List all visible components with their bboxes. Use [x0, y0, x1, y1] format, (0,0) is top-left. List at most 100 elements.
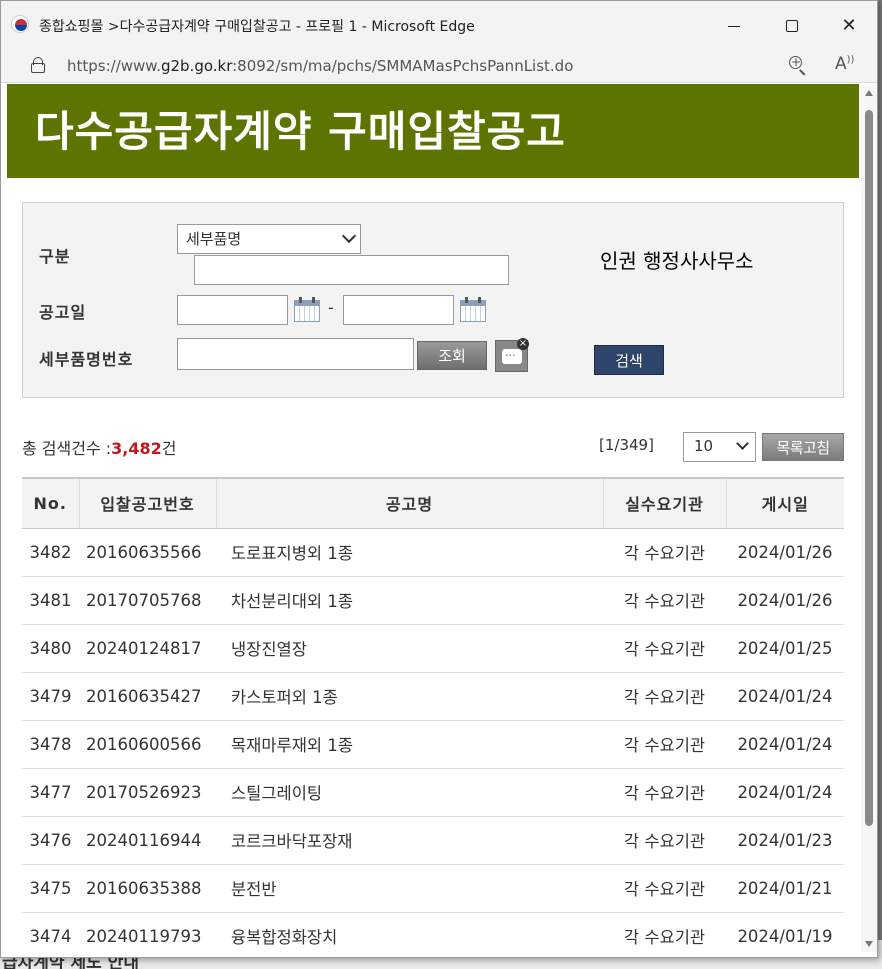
- table-row[interactable]: 3474 20240119793 융복합정화장치 각 수요기관 2024/01/19: [22, 912, 844, 957]
- row-name-link[interactable]: 도로표지병외 1종: [216, 528, 603, 577]
- row-agency: 각 수요기관: [603, 864, 726, 913]
- row-agency: 각 수요기관: [603, 672, 726, 721]
- row-name-link[interactable]: 냉장진열장: [216, 624, 603, 673]
- category-label: 구분: [39, 247, 71, 266]
- row-name-link[interactable]: 분전반: [216, 864, 603, 913]
- row-date: 2024/01/19: [726, 912, 844, 957]
- header-agency: 실수요기관: [602, 477, 726, 529]
- row-no: 3475: [22, 864, 79, 913]
- minimize-button[interactable]: [719, 11, 749, 41]
- notice-date-label: 공고일: [39, 303, 87, 322]
- table-header-row: No. 입찰공고번호 공고명 실수요기관 게시일: [22, 477, 844, 529]
- table-row[interactable]: 3476 20240116944 코르크바닥포장재 각 수요기관 2024/01/23: [22, 816, 844, 865]
- row-bid-no: 20240116944: [79, 816, 216, 865]
- row-no: 3476: [22, 816, 79, 865]
- page-size-select[interactable]: 10: [683, 432, 756, 462]
- row-name-link[interactable]: 스틸그레이팅: [216, 768, 603, 817]
- row-bid-no: 20160600566: [79, 720, 216, 769]
- row-no: 3478: [22, 720, 79, 769]
- browser-popup-window: 종합쇼핑몰 >다수공급자계약 구매입찰공고 - 프로필 1 - Microsof…: [0, 0, 878, 958]
- maximize-button[interactable]: [777, 11, 807, 41]
- zoom-in-icon[interactable]: +: [787, 54, 809, 76]
- results-table: No. 입찰공고번호 공고명 실수요기관 게시일 3482 20160635566…: [22, 477, 844, 957]
- row-no: 3479: [22, 672, 79, 721]
- total-count: 3,482: [111, 439, 162, 458]
- scroll-down-icon[interactable]: [865, 941, 873, 947]
- total-results: 총 검색건수 :3,482건: [22, 439, 177, 458]
- calendar-icon[interactable]: [293, 297, 321, 323]
- row-agency: 각 수요기관: [603, 528, 726, 577]
- header-date: 게시일: [725, 477, 844, 529]
- search-panel: 구분 세부품명 인권 행정사사무소 공고일 - 세부품명번호 조회 ···×: [22, 202, 844, 398]
- row-bid-no: 20160635388: [79, 864, 216, 913]
- refresh-list-button[interactable]: 목록고침: [762, 433, 844, 461]
- row-date: 2024/01/25: [726, 624, 844, 673]
- close-button[interactable]: ✕: [834, 11, 864, 41]
- header-no: No.: [22, 477, 79, 529]
- row-bid-no: 20170705768: [79, 576, 216, 625]
- row-agency: 각 수요기관: [603, 912, 726, 957]
- page-content: 다수공급자계약 구매입찰공고 구분 세부품명 인권 행정사사무소 공고일 - 세…: [1, 84, 877, 957]
- row-bid-no: 20160635566: [79, 528, 216, 577]
- lookup-button[interactable]: 조회: [417, 341, 487, 370]
- row-date: 2024/01/26: [726, 576, 844, 625]
- date-to-input[interactable]: [343, 295, 454, 325]
- header-bid-no: 입찰공고번호: [78, 477, 216, 529]
- row-no: 3474: [22, 912, 79, 957]
- overlay-note-text: 인권 행정사사무소: [600, 249, 754, 273]
- row-date: 2024/01/24: [726, 720, 844, 769]
- row-date: 2024/01/23: [726, 816, 844, 865]
- date-separator: -: [328, 298, 334, 317]
- lock-icon[interactable]: [31, 57, 45, 73]
- row-no: 3481: [22, 576, 79, 625]
- table-row[interactable]: 3477 20170526923 스틸그레이팅 각 수요기관 2024/01/24: [22, 768, 844, 817]
- title-bar: 종합쇼핑몰 >다수공급자계약 구매입찰공고 - 프로필 1 - Microsof…: [1, 1, 877, 49]
- read-aloud-icon[interactable]: A)): [835, 54, 854, 74]
- category-keyword-input[interactable]: [194, 255, 509, 285]
- item-number-input[interactable]: [177, 338, 414, 370]
- date-from-input[interactable]: [177, 295, 288, 325]
- url-text[interactable]: https://www.g2b.go.kr:8092/sm/ma/pchs/SM…: [67, 57, 573, 75]
- item-number-label: 세부품명번호: [39, 350, 134, 369]
- search-button[interactable]: 검색: [594, 345, 664, 375]
- row-agency: 각 수요기관: [603, 624, 726, 673]
- row-date: 2024/01/24: [726, 672, 844, 721]
- page-title: 다수공급자계약 구매입찰공고: [35, 107, 566, 156]
- table-row[interactable]: 3479 20160635427 카스토퍼외 1종 각 수요기관 2024/01/24: [22, 672, 844, 721]
- row-no: 3480: [22, 624, 79, 673]
- address-bar[interactable]: https://www.g2b.go.kr:8092/sm/ma/pchs/SM…: [1, 49, 877, 83]
- vertical-scrollbar[interactable]: [861, 86, 877, 952]
- row-name-link[interactable]: 코르크바닥포장재: [216, 816, 603, 865]
- window-title: 종합쇼핑몰 >다수공급자계약 구매입찰공고 - 프로필 1 - Microsof…: [39, 19, 475, 35]
- page-indicator: [1/349]: [599, 436, 654, 454]
- row-date: 2024/01/24: [726, 768, 844, 817]
- table-row[interactable]: 3475 20160635388 분전반 각 수요기관 2024/01/21: [22, 864, 844, 913]
- page-banner: 다수공급자계약 구매입찰공고: [7, 84, 859, 178]
- calendar-icon[interactable]: [459, 297, 487, 323]
- table-row[interactable]: 3478 20160600566 목재마루재외 1종 각 수요기관 2024/01/24: [22, 720, 844, 769]
- row-bid-no: 20240119793: [79, 912, 216, 957]
- row-name-link[interactable]: 목재마루재외 1종: [216, 720, 603, 769]
- chevron-down-icon: [341, 228, 357, 244]
- row-name-link[interactable]: 융복합정화장치: [216, 912, 603, 957]
- row-agency: 각 수요기관: [603, 816, 726, 865]
- row-agency: 각 수요기관: [603, 576, 726, 625]
- row-name-link[interactable]: 카스토퍼외 1종: [216, 672, 603, 721]
- table-row[interactable]: 3480 20240124817 냉장진열장 각 수요기관 2024/01/25: [22, 624, 844, 673]
- row-bid-no: 20170526923: [79, 768, 216, 817]
- category-select[interactable]: 세부품명: [177, 224, 361, 254]
- korea-emblem-icon: [11, 15, 29, 33]
- scroll-thumb[interactable]: [865, 110, 873, 826]
- row-agency: 각 수요기관: [603, 720, 726, 769]
- category-selected-value: 세부품명: [186, 230, 242, 248]
- chevron-down-icon: [736, 437, 749, 450]
- row-no: 3477: [22, 768, 79, 817]
- header-name: 공고명: [215, 477, 603, 529]
- row-agency: 각 수요기관: [603, 768, 726, 817]
- row-date: 2024/01/21: [726, 864, 844, 913]
- scroll-up-icon[interactable]: [865, 90, 873, 96]
- table-row[interactable]: 3481 20170705768 차선분리대외 1종 각 수요기관 2024/01/26: [22, 576, 844, 625]
- chat-icon[interactable]: ··· ×: [495, 338, 529, 372]
- table-row[interactable]: 3482 20160635566 도로표지병외 1종 각 수요기관 2024/01/26: [22, 528, 844, 577]
- row-name-link[interactable]: 차선분리대외 1종: [216, 576, 603, 625]
